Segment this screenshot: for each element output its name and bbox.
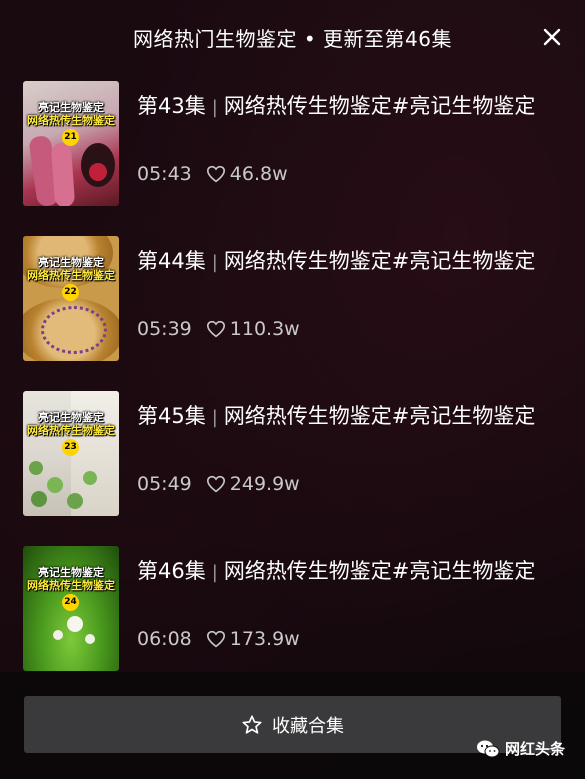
thumbnail-line2: 网络热传生物鉴定: [27, 424, 115, 437]
episode-item-44[interactable]: 亮记生物鉴定 网络热传生物鉴定 22 第44集 | 网络热传生物鉴定#亮记生物鉴定 …: [23, 236, 563, 362]
episode-item-43[interactable]: 亮记生物鉴定 网络热传生物鉴定 21 第43集 | 网络热传生物鉴定#亮记生物鉴定 …: [23, 81, 563, 207]
thumbnail-line2: 网络热传生物鉴定: [27, 114, 115, 127]
collect-label: 收藏合集: [272, 715, 344, 737]
thumbnail-number-badge: 24: [62, 594, 79, 611]
panel-header: 网络热门生物鉴定 • 更新至第46集: [0, 0, 585, 74]
episode-number: 第44集: [137, 249, 206, 273]
episode-thumbnail: 亮记生物鉴定 网络热传生物鉴定 24: [23, 546, 119, 671]
episode-title: 第44集 | 网络热传生物鉴定#亮记生物鉴定: [137, 246, 547, 278]
episode-thumbnail: 亮记生物鉴定 网络热传生物鉴定 22: [23, 236, 119, 361]
thumbnail-number-badge: 21: [62, 129, 79, 146]
thumbnail-line1: 亮记生物鉴定: [38, 566, 104, 579]
episode-likes: 46.8w: [229, 163, 288, 185]
title-separator: |: [211, 252, 218, 273]
episode-title: 第45集 | 网络热传生物鉴定#亮记生物鉴定: [137, 401, 547, 433]
episode-meta: 05:49 249.9w: [137, 473, 300, 495]
episode-name: 网络热传生物鉴定#亮记生物鉴定: [223, 559, 536, 583]
episode-number: 第46集: [137, 559, 206, 583]
panel-footer: 收藏合集 网红头条: [0, 672, 585, 779]
episode-number: 第43集: [137, 94, 206, 118]
episode-name: 网络热传生物鉴定#亮记生物鉴定: [223, 404, 536, 428]
episode-item-45[interactable]: 亮记生物鉴定 网络热传生物鉴定 23 第45集 | 网络热传生物鉴定#亮记生物鉴定 …: [23, 391, 563, 517]
episode-likes: 173.9w: [229, 628, 300, 650]
episode-likes: 249.9w: [229, 473, 300, 495]
episode-name: 网络热传生物鉴定#亮记生物鉴定: [223, 94, 536, 118]
thumbnail-line2: 网络热传生物鉴定: [27, 579, 115, 592]
star-icon: [242, 714, 262, 734]
close-icon: [543, 28, 561, 46]
heart-icon: [206, 165, 225, 183]
watermark: 网红头条: [476, 738, 565, 759]
episode-meta: 05:43 46.8w: [137, 163, 288, 185]
episode-thumbnail: 亮记生物鉴定 网络热传生物鉴定 21: [23, 81, 119, 206]
heart-icon: [206, 475, 225, 493]
episode-duration: 05:43: [137, 163, 192, 185]
episode-thumbnail: 亮记生物鉴定 网络热传生物鉴定 23: [23, 391, 119, 516]
episode-meta: 06:08 173.9w: [137, 628, 300, 650]
thumbnail-number-badge: 23: [62, 439, 79, 456]
episode-duration: 06:08: [137, 628, 192, 650]
episode-name: 网络热传生物鉴定#亮记生物鉴定: [223, 249, 536, 273]
watermark-text: 网红头条: [504, 740, 565, 758]
title-separator: |: [211, 97, 218, 118]
episode-duration: 05:49: [137, 473, 192, 495]
episode-likes: 110.3w: [229, 318, 300, 340]
thumbnail-line1: 亮记生物鉴定: [38, 256, 104, 269]
thumbnail-line1: 亮记生物鉴定: [38, 411, 104, 424]
title-separator: |: [211, 562, 218, 583]
collection-title: 网络热门生物鉴定 • 更新至第46集: [133, 26, 452, 51]
episode-number: 第45集: [137, 404, 206, 428]
title-separator: |: [211, 407, 218, 428]
heart-icon: [206, 630, 225, 648]
heart-icon: [206, 320, 225, 338]
episode-duration: 05:39: [137, 318, 192, 340]
thumbnail-line1: 亮记生物鉴定: [38, 101, 104, 114]
wechat-icon: [476, 740, 500, 757]
thumbnail-line2: 网络热传生物鉴定: [27, 269, 115, 282]
thumbnail-number-badge: 22: [62, 284, 79, 301]
close-button[interactable]: [539, 24, 565, 50]
episode-title: 第46集 | 网络热传生物鉴定#亮记生物鉴定: [137, 556, 547, 588]
episode-title: 第43集 | 网络热传生物鉴定#亮记生物鉴定: [137, 91, 547, 123]
episode-item-46[interactable]: 亮记生物鉴定 网络热传生物鉴定 24 第46集 | 网络热传生物鉴定#亮记生物鉴定 …: [23, 546, 563, 672]
episode-meta: 05:39 110.3w: [137, 318, 300, 340]
